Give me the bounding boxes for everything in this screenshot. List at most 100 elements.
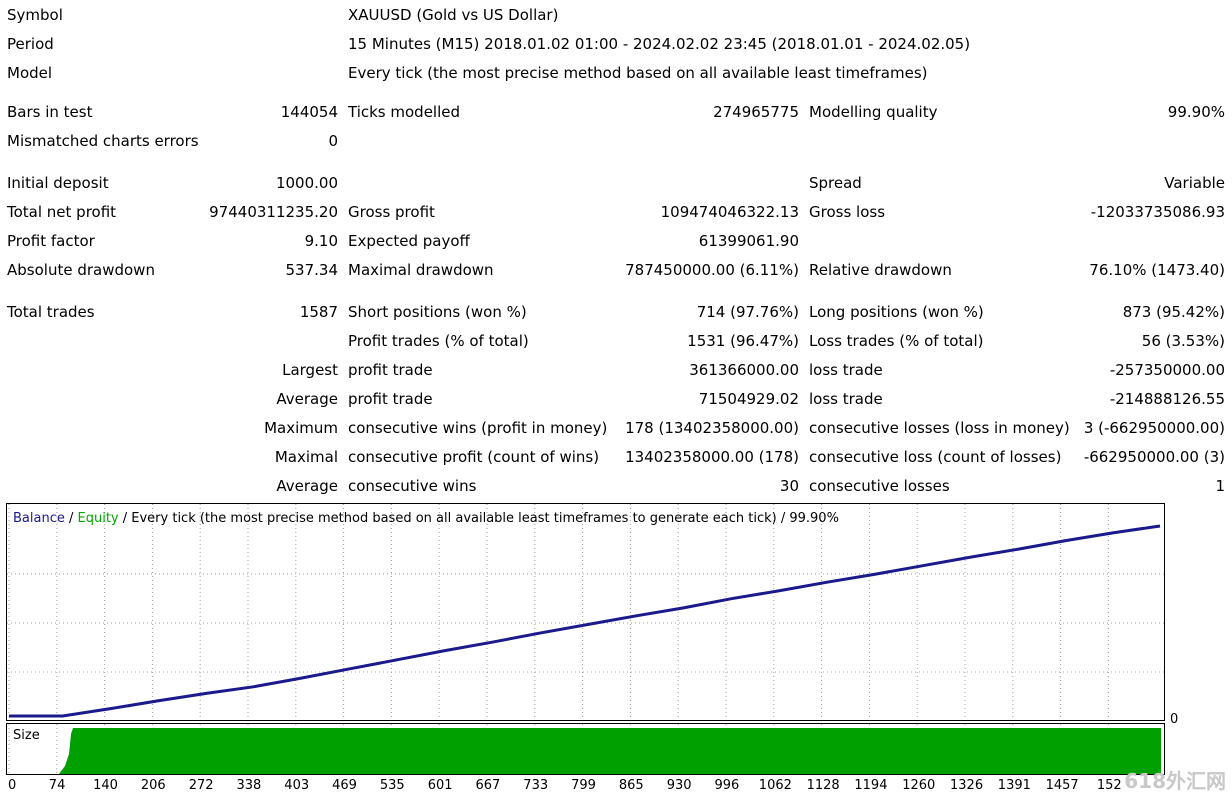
x-tick-label: 996 bbox=[714, 778, 740, 793]
long-positions-value: 873 (95.42%) bbox=[1122, 303, 1225, 321]
x-tick-label: 1391 bbox=[997, 778, 1031, 793]
x-tick-label: 1260 bbox=[902, 778, 936, 793]
total-trades-value: 1587 bbox=[299, 303, 338, 321]
balance-line bbox=[9, 524, 1161, 718]
average-consecutive-prefix: Average bbox=[276, 477, 338, 495]
initial-deposit-value: 1000.00 bbox=[275, 174, 338, 192]
bars-in-test-value: 144054 bbox=[280, 103, 338, 121]
average-consecutive-wins-label: consecutive wins bbox=[348, 477, 477, 495]
legend-balance: Balance bbox=[13, 511, 65, 526]
balance-chart-svg bbox=[7, 504, 1164, 720]
x-tick-label: 799 bbox=[571, 778, 596, 793]
largest-profit-label: profit trade bbox=[348, 361, 433, 379]
profit-trades-label: Profit trades (% of total) bbox=[348, 332, 529, 350]
initial-deposit-label: Initial deposit bbox=[7, 174, 109, 192]
average-consecutive-wins-value: 30 bbox=[779, 477, 799, 495]
x-tick-label: 1062 bbox=[758, 778, 792, 793]
gross-profit-value: 109474046322.13 bbox=[660, 203, 799, 221]
maximum-losses-label: consecutive losses (loss in money) bbox=[809, 419, 1070, 437]
maximum-prefix: Maximum bbox=[264, 419, 338, 437]
size-label: Size bbox=[13, 728, 40, 743]
profit-trades-value: 1531 (96.47%) bbox=[687, 332, 799, 350]
average-prefix: Average bbox=[276, 390, 338, 408]
symbol-label: Symbol bbox=[7, 6, 63, 24]
balance-chart: Balance / Equity / Every tick (the most … bbox=[6, 503, 1165, 721]
average-profit-label: profit trade bbox=[348, 390, 433, 408]
relative-drawdown-label: Relative drawdown bbox=[809, 261, 952, 279]
x-tick-label: 338 bbox=[236, 778, 262, 793]
loss-trades-label: Loss trades (% of total) bbox=[809, 332, 984, 350]
maximal-profit-value: 13402358000.00 (178) bbox=[625, 448, 799, 466]
average-loss-label: loss trade bbox=[809, 390, 883, 408]
x-tick-label: 865 bbox=[618, 778, 644, 793]
absolute-drawdown-label: Absolute drawdown bbox=[7, 261, 155, 279]
short-positions-value: 714 (97.76%) bbox=[696, 303, 799, 321]
total-net-profit-label: Total net profit bbox=[7, 203, 117, 221]
maximal-prefix: Maximal bbox=[274, 448, 338, 466]
largest-prefix: Largest bbox=[282, 361, 338, 379]
spread-value: Variable bbox=[1164, 174, 1225, 192]
mismatched-value: 0 bbox=[328, 132, 338, 150]
profit-factor-value: 9.10 bbox=[304, 232, 338, 250]
average-loss-value: -214888126.55 bbox=[1109, 390, 1225, 408]
expected-payoff-label: Expected payoff bbox=[348, 232, 470, 250]
mismatched-label: Mismatched charts errors bbox=[7, 132, 199, 150]
relative-drawdown-value: 76.10% (1473.40) bbox=[1089, 261, 1225, 279]
x-tick-label: 601 bbox=[427, 778, 453, 793]
model-value: Every tick (the most precise method base… bbox=[348, 64, 928, 82]
largest-loss-value: -257350000.00 bbox=[1109, 361, 1225, 379]
x-tick-label: 140 bbox=[93, 778, 118, 793]
average-consecutive-losses-label: consecutive losses bbox=[809, 477, 950, 495]
period-value: 15 Minutes (M15) 2018.01.02 01:00 - 2024… bbox=[348, 35, 971, 53]
period-label: Period bbox=[7, 35, 54, 53]
legend-description: / Every tick (the most precise method ba… bbox=[118, 511, 839, 526]
spread-label: Spread bbox=[809, 174, 862, 192]
total-net-profit-value: 97440311235.20 bbox=[209, 203, 338, 221]
largest-profit-value: 361366000.00 bbox=[689, 361, 799, 379]
maximum-losses-value: 3 (-662950000.00) bbox=[1083, 419, 1225, 437]
average-profit-value: 71504929.02 bbox=[698, 390, 799, 408]
absolute-drawdown-value: 537.34 bbox=[285, 261, 339, 279]
long-positions-label: Long positions (won %) bbox=[809, 303, 984, 321]
watermark: 618外汇网 bbox=[1124, 769, 1226, 793]
total-trades-label: Total trades bbox=[7, 303, 95, 321]
x-tick-label: 667 bbox=[475, 778, 501, 793]
x-tick-label: 403 bbox=[284, 778, 310, 793]
size-chart-svg bbox=[8, 724, 1161, 774]
model-label: Model bbox=[7, 64, 53, 82]
x-tick-label: 535 bbox=[379, 778, 405, 793]
x-tick-label: 1194 bbox=[854, 778, 888, 793]
size-area bbox=[59, 728, 1161, 774]
gross-loss-label: Gross loss bbox=[809, 203, 886, 221]
bars-in-test-label: Bars in test bbox=[7, 103, 93, 121]
x-tick-label: 206 bbox=[140, 778, 166, 793]
chart-legend: Balance / Equity / Every tick (the most … bbox=[13, 511, 839, 526]
x-tick-label: 930 bbox=[666, 778, 692, 793]
x-tick-label: 733 bbox=[523, 778, 549, 793]
maximum-wins-label: consecutive wins (profit in money) bbox=[348, 419, 608, 437]
symbol-value: XAUUSD (Gold vs US Dollar) bbox=[348, 6, 559, 24]
gross-loss-value: -12033735086.93 bbox=[1090, 203, 1225, 221]
x-tick-label: 152 bbox=[1096, 778, 1122, 793]
profit-factor-label: Profit factor bbox=[7, 232, 95, 250]
x-tick-label: 1457 bbox=[1045, 778, 1079, 793]
gross-profit-label: Gross profit bbox=[348, 203, 435, 221]
size-chart: Size bbox=[6, 723, 1165, 775]
x-tick-label: 272 bbox=[188, 778, 214, 793]
modelling-quality-value: 99.90% bbox=[1167, 103, 1225, 121]
ticks-modelled-value: 274965775 bbox=[713, 103, 799, 121]
maximal-drawdown-value: 787450000.00 (6.11%) bbox=[625, 261, 799, 279]
y-axis-zero-label: 0 bbox=[1170, 712, 1179, 727]
maximal-drawdown-label: Maximal drawdown bbox=[348, 261, 494, 279]
loss-trades-value: 56 (3.53%) bbox=[1141, 332, 1225, 350]
x-tick-label: 1128 bbox=[806, 778, 840, 793]
x-tick-label: 1326 bbox=[950, 778, 984, 793]
ticks-modelled-label: Ticks modelled bbox=[348, 103, 461, 121]
expected-payoff-value: 61399061.90 bbox=[698, 232, 799, 250]
largest-loss-label: loss trade bbox=[809, 361, 883, 379]
maximal-profit-label: consecutive profit (count of wins) bbox=[348, 448, 600, 466]
maximum-wins-value: 178 (13402358000.00) bbox=[625, 419, 799, 437]
maximal-loss-value: -662950000.00 (3) bbox=[1083, 448, 1225, 466]
x-tick-label: 74 bbox=[48, 778, 66, 793]
short-positions-label: Short positions (won %) bbox=[348, 303, 527, 321]
